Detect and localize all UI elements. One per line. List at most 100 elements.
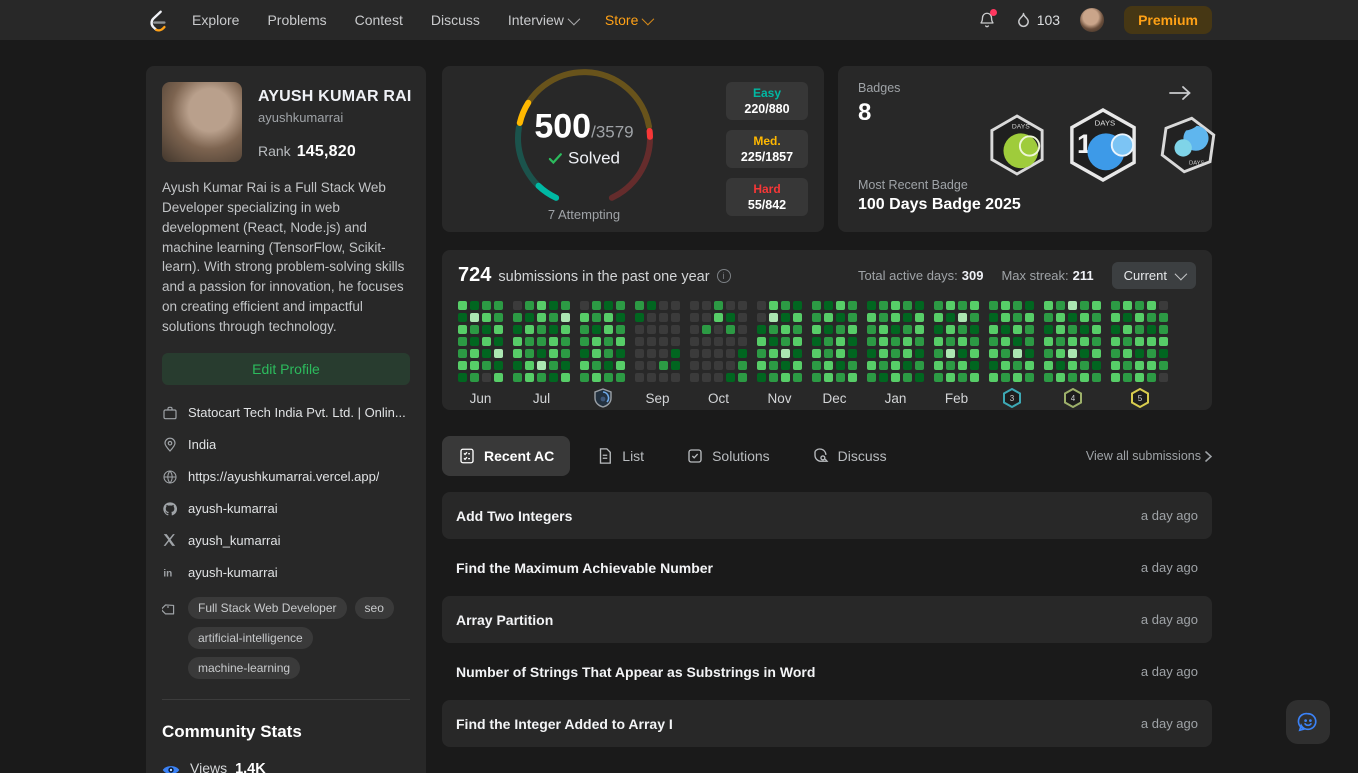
heatmap-day-cell[interactable] (1025, 301, 1034, 310)
heatmap-day-cell[interactable] (867, 373, 876, 382)
heatmap-day-cell[interactable] (561, 361, 570, 370)
heatmap-day-cell[interactable] (659, 325, 668, 334)
heatmap-day-cell[interactable] (513, 373, 522, 382)
heatmap-day-cell[interactable] (1159, 349, 1168, 358)
nav-item-interview[interactable]: Interview (508, 12, 581, 28)
heatmap-day-cell[interactable] (915, 373, 924, 382)
chat-support-button[interactable] (1286, 700, 1330, 744)
heatmap-day-cell[interactable] (635, 313, 644, 322)
heatmap-day-cell[interactable] (915, 301, 924, 310)
profile-link-globe[interactable]: https://ayushkumarrai.vercel.app/ (162, 469, 410, 485)
heatmap-day-cell[interactable] (482, 337, 491, 346)
heatmap-day-cell[interactable] (1147, 361, 1156, 370)
heatmap-day-cell[interactable] (549, 361, 558, 370)
heatmap-day-cell[interactable] (592, 349, 601, 358)
heatmap-day-cell[interactable] (616, 349, 625, 358)
heatmap-day-cell[interactable] (1123, 337, 1132, 346)
info-icon[interactable]: i (716, 268, 731, 283)
heatmap-day-cell[interactable] (946, 361, 955, 370)
heatmap-day-cell[interactable] (494, 349, 503, 358)
heatmap-day-cell[interactable] (470, 373, 479, 382)
heatmap-day-cell[interactable] (824, 313, 833, 322)
view-all-submissions-link[interactable]: View all submissions (1086, 449, 1212, 463)
heatmap-day-cell[interactable] (1135, 361, 1144, 370)
heatmap-day-cell[interactable] (915, 337, 924, 346)
submission-row[interactable]: Find the Integer Added to Array I a day a… (442, 700, 1212, 747)
heatmap-day-cell[interactable] (1147, 373, 1156, 382)
heatmap-day-cell[interactable] (458, 325, 467, 334)
heatmap-day-cell[interactable] (1056, 301, 1065, 310)
heatmap-day-cell[interactable] (458, 301, 467, 310)
heatmap-day-cell[interactable] (635, 361, 644, 370)
heatmap-day-cell[interactable] (659, 337, 668, 346)
heatmap-day-cell[interactable] (879, 325, 888, 334)
heatmap-day-cell[interactable] (1044, 301, 1053, 310)
heatmap-day-cell[interactable] (690, 337, 699, 346)
heatmap-day-cell[interactable] (647, 337, 656, 346)
heatmap-day-cell[interactable] (690, 349, 699, 358)
heatmap-day-cell[interactable] (1001, 337, 1010, 346)
skill-tag[interactable]: Full Stack Web Developer (188, 596, 347, 619)
heatmap-day-cell[interactable] (903, 313, 912, 322)
heatmap-day-cell[interactable] (537, 301, 546, 310)
heatmap-day-cell[interactable] (494, 313, 503, 322)
heatmap-day-cell[interactable] (958, 313, 967, 322)
heatmap-day-cell[interactable] (1111, 337, 1120, 346)
heatmap-day-cell[interactable] (494, 337, 503, 346)
heatmap-day-cell[interactable] (958, 373, 967, 382)
heatmap-day-cell[interactable] (934, 337, 943, 346)
heatmap-day-cell[interactable] (1025, 325, 1034, 334)
heatmap-day-cell[interactable] (1080, 373, 1089, 382)
heatmap-day-cell[interactable] (1056, 349, 1065, 358)
heatmap-day-cell[interactable] (647, 313, 656, 322)
heatmap-day-cell[interactable] (635, 301, 644, 310)
heatmap-day-cell[interactable] (946, 313, 955, 322)
heatmap-day-cell[interactable] (604, 337, 613, 346)
heatmap-day-cell[interactable] (1135, 301, 1144, 310)
heatmap-day-cell[interactable] (1013, 325, 1022, 334)
heatmap-day-cell[interactable] (671, 301, 680, 310)
heatmap-day-cell[interactable] (1092, 301, 1101, 310)
heatmap-day-cell[interactable] (1092, 313, 1101, 322)
heatmap-day-cell[interactable] (903, 301, 912, 310)
badge-100-days-icon[interactable]: DAYS 1 (1068, 108, 1138, 182)
heatmap-day-cell[interactable] (671, 313, 680, 322)
nav-item-store[interactable]: Store (605, 12, 655, 28)
daily-streak-counter[interactable]: 103 (1016, 12, 1060, 29)
heatmap-day-cell[interactable] (702, 301, 711, 310)
heatmap-day-cell[interactable] (1092, 373, 1101, 382)
heatmap-day-cell[interactable] (1111, 325, 1120, 334)
heatmap-day-cell[interactable] (592, 337, 601, 346)
heatmap-day-cell[interactable] (738, 349, 747, 358)
heatmap-day-cell[interactable] (1068, 313, 1077, 322)
heatmap-day-cell[interactable] (738, 325, 747, 334)
heatmap-day-cell[interactable] (1123, 313, 1132, 322)
tab-recent-ac[interactable]: Recent AC (442, 436, 571, 476)
heatmap-day-cell[interactable] (702, 361, 711, 370)
heatmap-day-cell[interactable] (726, 337, 735, 346)
nav-item-discuss[interactable]: Discuss (431, 12, 480, 28)
edit-profile-button[interactable]: Edit Profile (162, 352, 410, 385)
heatmap-day-cell[interactable] (891, 325, 900, 334)
heatmap-day-cell[interactable] (635, 337, 644, 346)
heatmap-day-cell[interactable] (549, 325, 558, 334)
heatmap-day-cell[interactable] (989, 373, 998, 382)
heatmap-day-cell[interactable] (494, 301, 503, 310)
heatmap-day-cell[interactable] (738, 373, 747, 382)
heatmap-day-cell[interactable] (836, 313, 845, 322)
heatmap-day-cell[interactable] (946, 373, 955, 382)
heatmap-day-cell[interactable] (525, 361, 534, 370)
heatmap-day-cell[interactable] (1147, 337, 1156, 346)
heatmap-day-cell[interactable] (1013, 337, 1022, 346)
heatmap-day-cell[interactable] (561, 313, 570, 322)
heatmap-day-cell[interactable] (482, 313, 491, 322)
heatmap-day-cell[interactable] (958, 349, 967, 358)
heatmap-day-cell[interactable] (458, 373, 467, 382)
skill-tag[interactable]: artificial-intelligence (188, 626, 313, 649)
heatmap-day-cell[interactable] (1025, 349, 1034, 358)
heatmap-day-cell[interactable] (1056, 313, 1065, 322)
heatmap-day-cell[interactable] (458, 337, 467, 346)
heatmap-day-cell[interactable] (1080, 361, 1089, 370)
heatmap-day-cell[interactable] (549, 313, 558, 322)
heatmap-day-cell[interactable] (592, 313, 601, 322)
